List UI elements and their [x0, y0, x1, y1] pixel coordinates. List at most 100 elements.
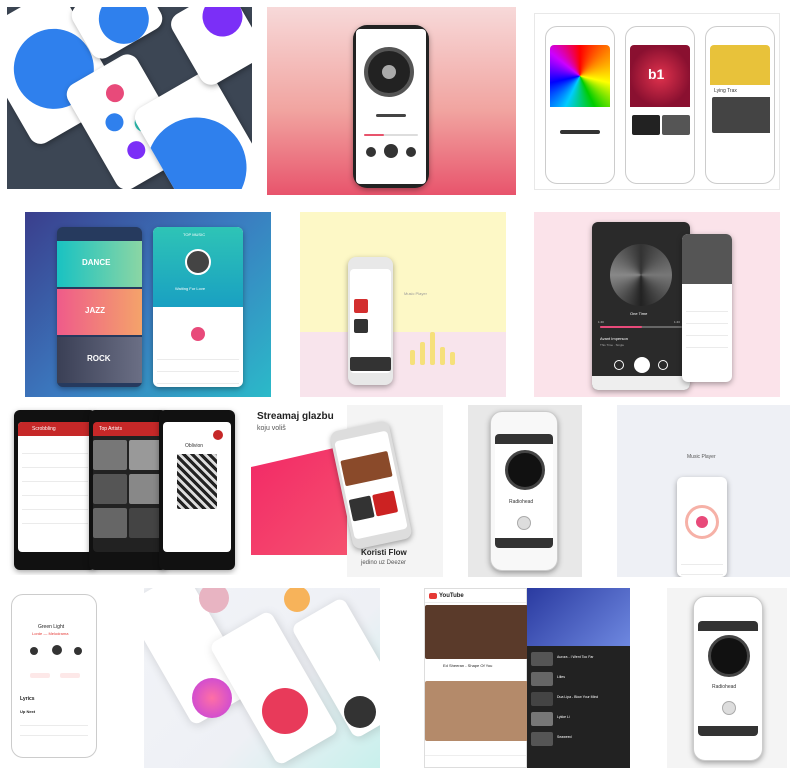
rainbow-artwork — [550, 45, 610, 107]
artist-name: Radiohead — [712, 684, 737, 690]
artist-name: Lorde — Melodrama — [32, 631, 69, 636]
video-title: Ed Sheeran - Shape Of You — [443, 663, 493, 668]
artist-photo — [710, 45, 770, 85]
play-button[interactable] — [696, 516, 708, 528]
gallery-tile-9[interactable]: Radiohead — [468, 405, 582, 577]
vinyl-record — [708, 635, 750, 677]
gallery-tile-5[interactable]: Music Player — [300, 212, 506, 397]
feed-image — [712, 97, 770, 133]
album-art — [354, 299, 368, 313]
next-button[interactable] — [74, 647, 82, 655]
header-art — [682, 234, 732, 284]
elapsed-time: 1:40 — [598, 320, 604, 324]
play-button[interactable] — [517, 516, 531, 530]
player-screen — [350, 269, 391, 373]
playlist-item[interactable]: Aurora - I Went Too Far — [557, 655, 593, 660]
artist-tile[interactable] — [129, 508, 163, 538]
song-title: Green Light — [38, 624, 65, 630]
player-screen: One Time 1:40 1:43 Avant Imperson This T… — [592, 222, 690, 390]
artist-tile[interactable] — [129, 474, 163, 504]
gallery-tile-14[interactable]: Radiohead — [667, 588, 787, 768]
play-button[interactable] — [384, 144, 398, 158]
album-disc — [262, 688, 308, 734]
tab-bar — [698, 726, 758, 736]
list-item — [22, 456, 88, 468]
album-disc — [344, 696, 376, 728]
total-time: 1:43 — [674, 320, 680, 324]
list-item — [22, 484, 88, 496]
gallery-tile-2[interactable] — [267, 7, 516, 195]
album-subtitle: This Time · Single — [600, 343, 625, 347]
feed-image — [372, 490, 399, 517]
genre-label: DANCE — [82, 258, 111, 267]
list-item — [22, 498, 88, 510]
album-art — [354, 319, 368, 333]
grid-item — [662, 115, 690, 135]
gallery-tile-11[interactable]: Green Light Lorde — Melodrama Lyrics Up … — [7, 590, 101, 762]
play-button[interactable] — [634, 357, 650, 373]
shuffle-button[interactable] — [30, 673, 50, 678]
menu-dot-icon — [102, 80, 128, 106]
equalizer-bar — [440, 347, 445, 365]
list-item — [157, 364, 239, 372]
next-button[interactable] — [406, 147, 416, 157]
genre-card-rock[interactable]: ROCK — [57, 337, 142, 383]
progress-fill — [364, 134, 384, 136]
genre-label: ROCK — [87, 354, 111, 363]
beats1-logo: b1 — [648, 66, 665, 82]
artist-tile[interactable] — [93, 508, 127, 538]
album-art — [177, 454, 217, 509]
repeat-button[interactable] — [60, 673, 80, 678]
gallery-tile-12[interactable] — [144, 588, 380, 768]
play-button[interactable] — [191, 327, 205, 341]
bottom-nav — [425, 755, 526, 767]
next-button[interactable] — [658, 360, 668, 370]
promo-footer-sub: jedino uz Deezer — [361, 560, 407, 566]
artists-screen: Top Artists — [93, 422, 163, 552]
video-player[interactable] — [527, 588, 630, 646]
disc-graphic — [195, 7, 250, 44]
prev-button[interactable] — [614, 360, 624, 370]
video-thumbnail[interactable] — [425, 605, 528, 659]
playlist-item[interactable]: Lilies — [557, 675, 565, 680]
grid-item — [632, 115, 660, 135]
playlist-item[interactable]: Lykke Li — [557, 715, 570, 720]
list-item — [686, 316, 728, 324]
pause-button[interactable] — [52, 645, 62, 655]
gallery-tile-3[interactable]: b1 Lying Trax — [534, 13, 780, 190]
gallery-tile-7[interactable]: Scrobbling Top Artists Oblivion — [7, 405, 241, 575]
artist-tile[interactable] — [93, 474, 127, 504]
gallery-tile-1[interactable] — [7, 7, 252, 189]
yt-right-screen: Aurora - I Went Too Far Lilies Dua Lipa … — [527, 588, 630, 768]
artist-tile[interactable] — [129, 440, 163, 470]
album-art — [610, 244, 672, 306]
prev-button[interactable] — [30, 647, 38, 655]
fab-button[interactable] — [213, 430, 223, 440]
gallery-tile-13[interactable]: YouTube Ed Sheeran - Shape Of You Aurora… — [424, 588, 630, 768]
album-disc — [199, 588, 229, 613]
thumb — [531, 732, 553, 746]
gallery-tile-8[interactable]: Streamaj glazbu koju voliš Koristi Flow … — [251, 405, 443, 577]
gallery-tile-6[interactable]: One Time 1:40 1:43 Avant Imperson This T… — [534, 212, 780, 397]
gallery-tile-4[interactable]: DANCE JAZZ ROCK TOP MUSIC Waiting For Lo… — [25, 212, 271, 397]
genre-card-dance[interactable]: DANCE — [57, 241, 142, 287]
play-button[interactable] — [722, 701, 736, 715]
artist-name: Avant Imperson — [600, 336, 628, 341]
playlist-item[interactable]: Dua Lipa - Blow Your Mind — [557, 695, 598, 700]
list-item — [686, 340, 728, 348]
album-screen: Oblivion — [163, 422, 231, 552]
menu-dot-icon — [124, 137, 149, 163]
song-title: Waiting For Love — [175, 286, 206, 291]
equalizer-bar — [410, 350, 415, 365]
playlist-item[interactable]: Seaweed — [557, 735, 572, 740]
gallery-tile-10[interactable]: Music Player — [617, 405, 790, 577]
artist-tile[interactable] — [93, 440, 127, 470]
phone-mockup: Green Light Lorde — Melodrama Lyrics Up … — [11, 594, 97, 758]
video-thumbnail[interactable] — [425, 681, 528, 741]
thumb — [531, 672, 553, 686]
thumb — [531, 652, 553, 666]
beats1-screen: b1 — [630, 45, 690, 165]
promo-subline: koju voliš — [257, 425, 286, 432]
genre-card-jazz[interactable]: JAZZ — [57, 289, 142, 335]
prev-button[interactable] — [366, 147, 376, 157]
